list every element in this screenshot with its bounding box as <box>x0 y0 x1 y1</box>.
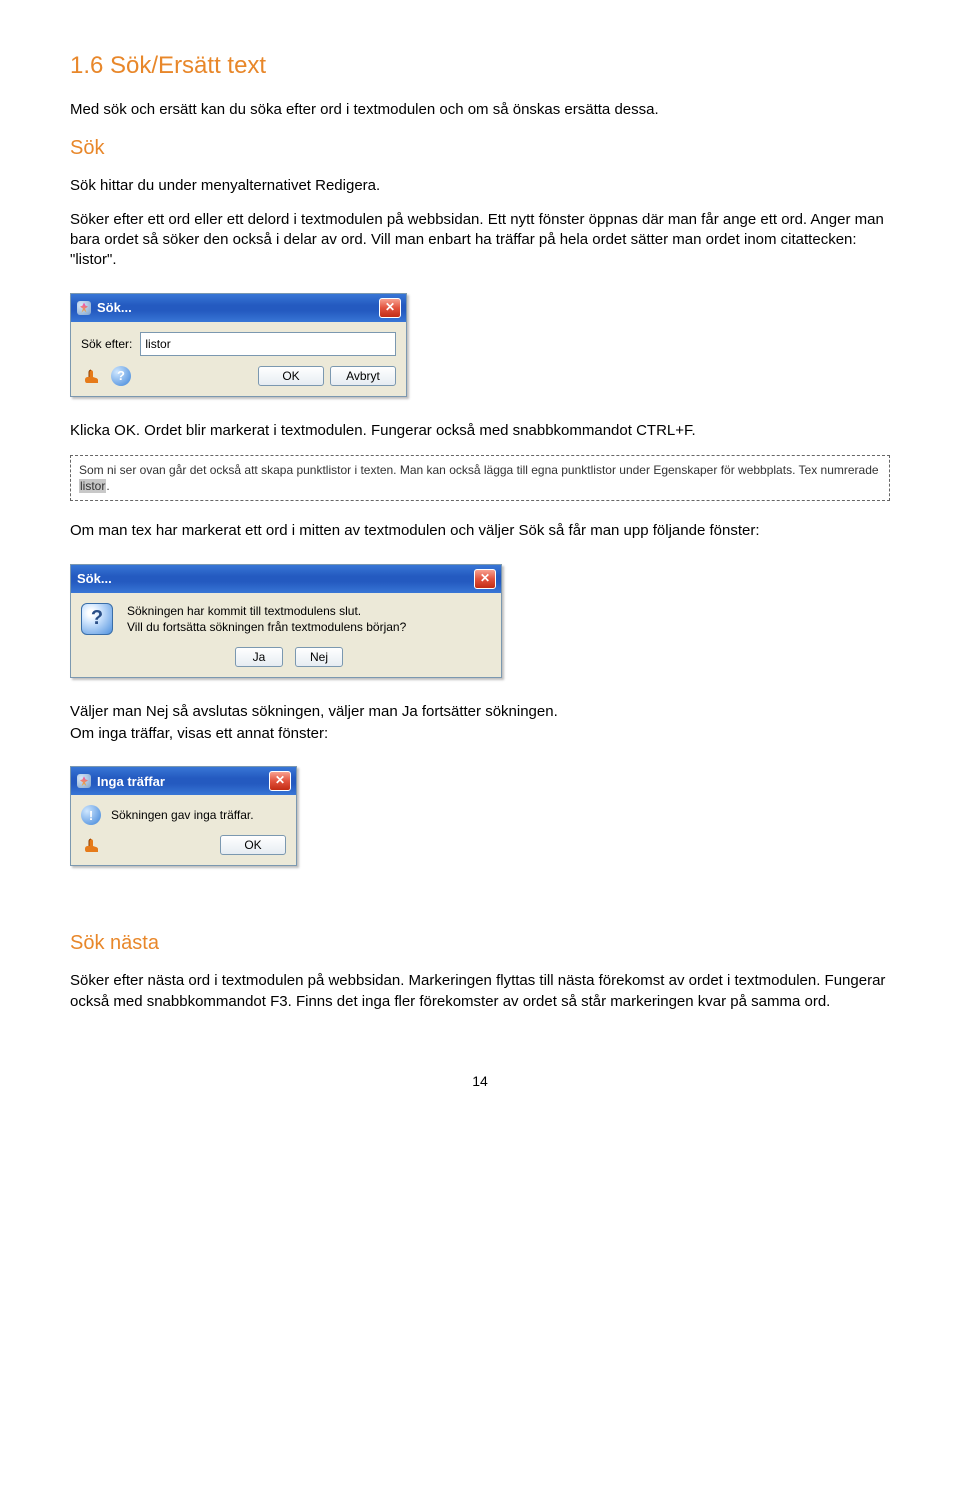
dialog-title: Sök... <box>97 299 132 317</box>
hand-icon <box>81 835 105 855</box>
heading-sok-nasta: Sök nästa <box>70 930 890 957</box>
sok-nasta-paragraph: Söker efter nästa ord i textmodulen på w… <box>70 971 890 1012</box>
java-app-icon <box>77 301 91 315</box>
hand-icon <box>81 366 105 386</box>
heading-search-replace: 1.6 Sök/Ersätt text <box>70 50 890 82</box>
continue-search-dialog: Sök... ✕ ? Sökningen har kommit till tex… <box>70 564 502 678</box>
close-icon[interactable]: ✕ <box>474 569 496 589</box>
dialog-message-line1: Sökningen har kommit till textmodulens s… <box>127 603 406 619</box>
dialog-message-line2: Vill du fortsätta sökningen från textmod… <box>127 619 406 635</box>
seltext-before: Som ni ser ovan går det också att skapa … <box>79 463 879 477</box>
ok-button[interactable]: OK <box>258 366 324 386</box>
help-icon[interactable]: ? <box>111 366 131 386</box>
click-ok-paragraph: Klicka OK. Ordet blir markerat i textmod… <box>70 421 890 441</box>
dialog-message: Sökningen gav inga träffar. <box>111 807 254 823</box>
no-button[interactable]: Nej <box>295 647 343 667</box>
no-hits-paragraph: Om inga träffar, visas ett annat fönster… <box>70 724 890 744</box>
close-icon[interactable]: ✕ <box>379 298 401 318</box>
intro-paragraph: Med sök och ersätt kan du söka efter ord… <box>70 100 890 120</box>
heading-sok: Sök <box>70 135 890 162</box>
info-icon: ! <box>81 805 101 825</box>
question-icon: ? <box>81 603 113 635</box>
search-input[interactable] <box>140 332 396 356</box>
sok-path-paragraph: Sök hittar du under menyalternativet Red… <box>70 176 890 196</box>
dialog-titlebar[interactable]: Sök... ✕ <box>71 294 406 322</box>
page-number: 14 <box>70 1072 890 1091</box>
dialog-titlebar[interactable]: Inga träffar ✕ <box>71 767 296 795</box>
dialog-title: Sök... <box>77 570 112 588</box>
no-hits-dialog: Inga träffar ✕ ! Sökningen gav inga träf… <box>70 766 297 866</box>
java-app-icon <box>77 774 91 788</box>
search-label: Sök efter: <box>81 336 132 352</box>
search-dialog: Sök... ✕ Sök efter: ? OK Avbryt <box>70 293 407 397</box>
dialog-titlebar[interactable]: Sök... ✕ <box>71 565 501 593</box>
sok-description-paragraph: Söker efter ett ord eller ett delord i t… <box>70 210 890 271</box>
dialog-title: Inga träffar <box>97 773 165 791</box>
yes-button[interactable]: Ja <box>235 647 283 667</box>
seltext-after: . <box>106 479 109 493</box>
choose-paragraph: Väljer man Nej så avslutas sökningen, vä… <box>70 702 890 722</box>
cancel-button[interactable]: Avbryt <box>330 366 396 386</box>
middle-paragraph: Om man tex har markerat ett ord i mitten… <box>70 521 890 541</box>
ok-button[interactable]: OK <box>220 835 286 855</box>
highlighted-word: listor <box>79 479 106 493</box>
close-icon[interactable]: ✕ <box>269 771 291 791</box>
text-selection-example: Som ni ser ovan går det också att skapa … <box>70 455 890 501</box>
